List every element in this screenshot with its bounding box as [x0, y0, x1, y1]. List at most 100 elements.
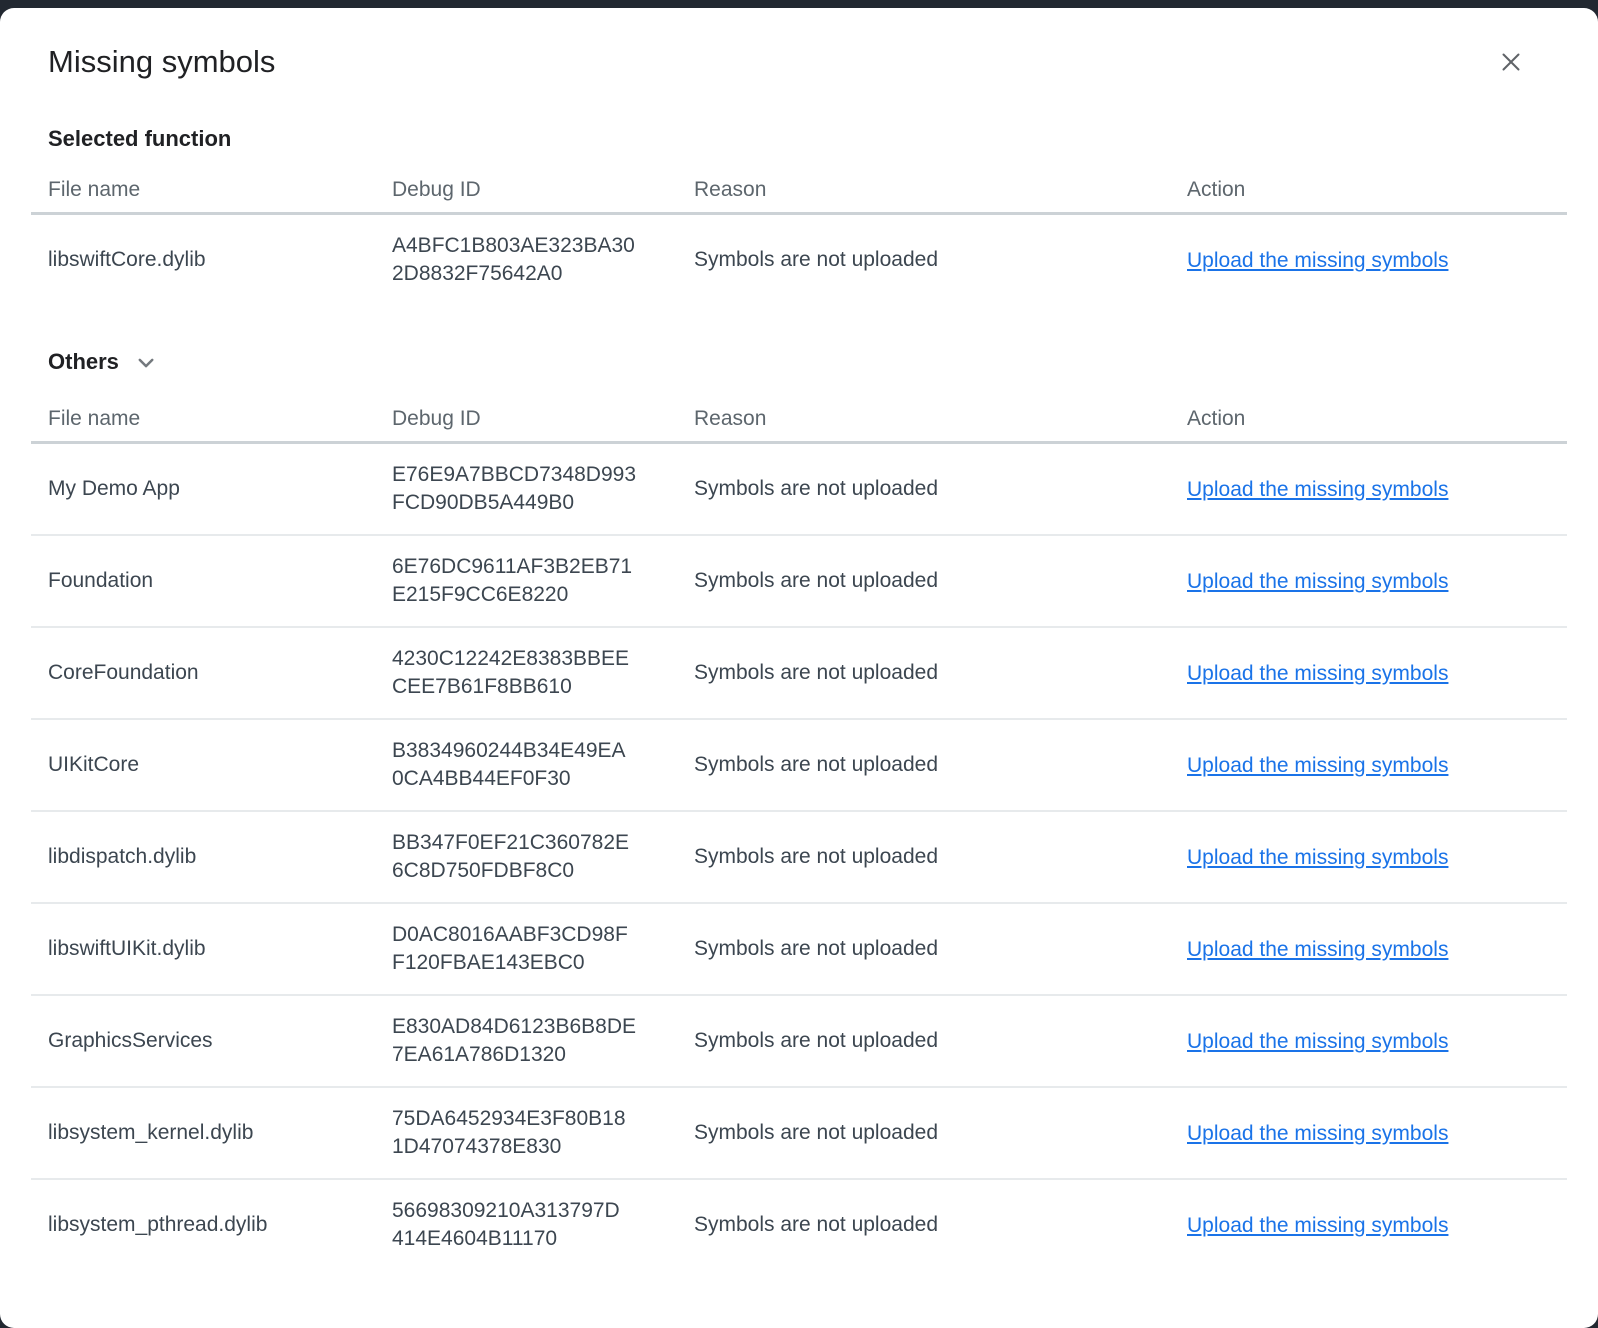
upload-missing-symbols-link[interactable]: Upload the missing symbols — [1187, 754, 1448, 777]
debug-id-line: 6E76DC9611AF3B2EB71 — [392, 553, 694, 581]
action-cell: Upload the missing symbols — [1187, 937, 1567, 962]
action-cell: Upload the missing symbols — [1187, 753, 1567, 778]
reason-cell: Symbols are not uploaded — [694, 477, 1187, 501]
debug-id-line: 0CA4BB44EF0F30 — [392, 765, 694, 793]
others-collapse-toggle[interactable] — [125, 350, 158, 375]
table-row: libsystem_pthread.dylib 56698309210A3137… — [31, 1180, 1567, 1270]
column-header-reason: Reason — [694, 407, 1187, 431]
debug-id-line: E215F9CC6E8220 — [392, 581, 694, 609]
close-icon — [1499, 50, 1523, 74]
table-row: libswiftCore.dylib A4BFC1B803AE323BA30 2… — [31, 215, 1567, 305]
action-cell: Upload the missing symbols — [1187, 1213, 1567, 1238]
action-cell: Upload the missing symbols — [1187, 248, 1567, 273]
action-cell: Upload the missing symbols — [1187, 569, 1567, 594]
debug-id-cell: BB347F0EF21C360782E 6C8D750FDBF8C0 — [392, 829, 694, 885]
debug-id-cell: B3834960244B34E49EA 0CA4BB44EF0F30 — [392, 737, 694, 793]
debug-id-line: 6C8D750FDBF8C0 — [392, 857, 694, 885]
debug-id-line: F120FBAE143EBC0 — [392, 949, 694, 977]
close-button[interactable] — [1497, 48, 1525, 76]
file-name-cell: libdispatch.dylib — [31, 845, 392, 869]
column-header-action: Action — [1187, 178, 1567, 202]
upload-missing-symbols-link[interactable]: Upload the missing symbols — [1187, 570, 1448, 593]
table-row: CoreFoundation 4230C12242E8383BBEE CEE7B… — [31, 628, 1567, 720]
reason-cell: Symbols are not uploaded — [694, 1029, 1187, 1053]
column-header-debug-id: Debug ID — [392, 407, 694, 431]
upload-missing-symbols-link[interactable]: Upload the missing symbols — [1187, 938, 1448, 961]
file-name-cell: Foundation — [31, 569, 392, 593]
debug-id-line: A4BFC1B803AE323BA30 — [392, 232, 694, 260]
file-name-cell: libsystem_pthread.dylib — [31, 1213, 392, 1237]
reason-cell: Symbols are not uploaded — [694, 753, 1187, 777]
section-heading-others: Others — [48, 349, 1550, 375]
table-row: libsystem_kernel.dylib 75DA6452934E3F80B… — [31, 1088, 1567, 1180]
table-row: My Demo App E76E9A7BBCD7348D993 FCD90DB5… — [31, 444, 1567, 536]
debug-id-line: D0AC8016AABF3CD98F — [392, 921, 694, 949]
reason-cell: Symbols are not uploaded — [694, 1121, 1187, 1145]
upload-missing-symbols-link[interactable]: Upload the missing symbols — [1187, 1030, 1448, 1053]
column-header-action: Action — [1187, 407, 1567, 431]
file-name-cell: libswiftCore.dylib — [31, 248, 392, 272]
table-header-row: File name Debug ID Reason Action — [31, 152, 1567, 215]
column-header-file-name: File name — [31, 407, 392, 431]
debug-id-line: B3834960244B34E49EA — [392, 737, 694, 765]
file-name-cell: GraphicsServices — [31, 1029, 392, 1053]
reason-cell: Symbols are not uploaded — [694, 248, 1187, 272]
debug-id-cell: A4BFC1B803AE323BA30 2D8832F75642A0 — [392, 232, 694, 288]
section-heading-selected-function: Selected function — [48, 126, 1550, 152]
debug-id-cell: D0AC8016AABF3CD98F F120FBAE143EBC0 — [392, 921, 694, 977]
action-cell: Upload the missing symbols — [1187, 1121, 1567, 1146]
page-title: Missing symbols — [48, 42, 1550, 82]
section-heading-label: Selected function — [48, 126, 231, 152]
reason-cell: Symbols are not uploaded — [694, 569, 1187, 593]
file-name-cell: CoreFoundation — [31, 661, 392, 685]
others-table: File name Debug ID Reason Action My Demo… — [31, 375, 1567, 1270]
upload-missing-symbols-link[interactable]: Upload the missing symbols — [1187, 846, 1448, 869]
upload-missing-symbols-link[interactable]: Upload the missing symbols — [1187, 1214, 1448, 1237]
reason-cell: Symbols are not uploaded — [694, 1213, 1187, 1237]
debug-id-line: 1D47074378E830 — [392, 1133, 694, 1161]
debug-id-line: 414E4604B11170 — [392, 1225, 694, 1253]
table-row: UIKitCore B3834960244B34E49EA 0CA4BB44EF… — [31, 720, 1567, 812]
reason-cell: Symbols are not uploaded — [694, 845, 1187, 869]
debug-id-cell: 56698309210A313797D 414E4604B11170 — [392, 1197, 694, 1253]
reason-cell: Symbols are not uploaded — [694, 937, 1187, 961]
action-cell: Upload the missing symbols — [1187, 845, 1567, 870]
debug-id-cell: 6E76DC9611AF3B2EB71 E215F9CC6E8220 — [392, 553, 694, 609]
file-name-cell: libsystem_kernel.dylib — [31, 1121, 392, 1145]
section-heading-label: Others — [48, 349, 119, 375]
reason-cell: Symbols are not uploaded — [694, 661, 1187, 685]
file-name-cell: libswiftUIKit.dylib — [31, 937, 392, 961]
table-row: GraphicsServices E830AD84D6123B6B8DE 7EA… — [31, 996, 1567, 1088]
action-cell: Upload the missing symbols — [1187, 661, 1567, 686]
column-header-debug-id: Debug ID — [392, 178, 694, 202]
table-header-row: File name Debug ID Reason Action — [31, 375, 1567, 444]
debug-id-line: BB347F0EF21C360782E — [392, 829, 694, 857]
debug-id-line: FCD90DB5A449B0 — [392, 489, 694, 517]
debug-id-cell: E830AD84D6123B6B8DE 7EA61A786D1320 — [392, 1013, 694, 1069]
debug-id-cell: 4230C12242E8383BBEE CEE7B61F8BB610 — [392, 645, 694, 701]
file-name-cell: My Demo App — [31, 477, 392, 501]
debug-id-line: 7EA61A786D1320 — [392, 1041, 694, 1069]
upload-missing-symbols-link[interactable]: Upload the missing symbols — [1187, 478, 1448, 501]
debug-id-line: E830AD84D6123B6B8DE — [392, 1013, 694, 1041]
missing-symbols-dialog: Missing symbols Selected function File n… — [0, 8, 1598, 1328]
debug-id-line: 4230C12242E8383BBEE — [392, 645, 694, 673]
file-name-cell: UIKitCore — [31, 753, 392, 777]
table-row: Foundation 6E76DC9611AF3B2EB71 E215F9CC6… — [31, 536, 1567, 628]
debug-id-line: 2D8832F75642A0 — [392, 260, 694, 288]
dialog-header: Missing symbols — [48, 8, 1550, 82]
upload-missing-symbols-link[interactable]: Upload the missing symbols — [1187, 249, 1448, 272]
upload-missing-symbols-link[interactable]: Upload the missing symbols — [1187, 662, 1448, 685]
action-cell: Upload the missing symbols — [1187, 477, 1567, 502]
column-header-file-name: File name — [31, 178, 392, 202]
selected-function-table: File name Debug ID Reason Action libswif… — [31, 152, 1567, 305]
upload-missing-symbols-link[interactable]: Upload the missing symbols — [1187, 1122, 1448, 1145]
debug-id-cell: 75DA6452934E3F80B18 1D47074378E830 — [392, 1105, 694, 1161]
table-row: libdispatch.dylib BB347F0EF21C360782E 6C… — [31, 812, 1567, 904]
chevron-down-icon — [133, 350, 158, 375]
debug-id-line: E76E9A7BBCD7348D993 — [392, 461, 694, 489]
debug-id-line: 75DA6452934E3F80B18 — [392, 1105, 694, 1133]
debug-id-cell: E76E9A7BBCD7348D993 FCD90DB5A449B0 — [392, 461, 694, 517]
debug-id-line: 56698309210A313797D — [392, 1197, 694, 1225]
column-header-reason: Reason — [694, 178, 1187, 202]
